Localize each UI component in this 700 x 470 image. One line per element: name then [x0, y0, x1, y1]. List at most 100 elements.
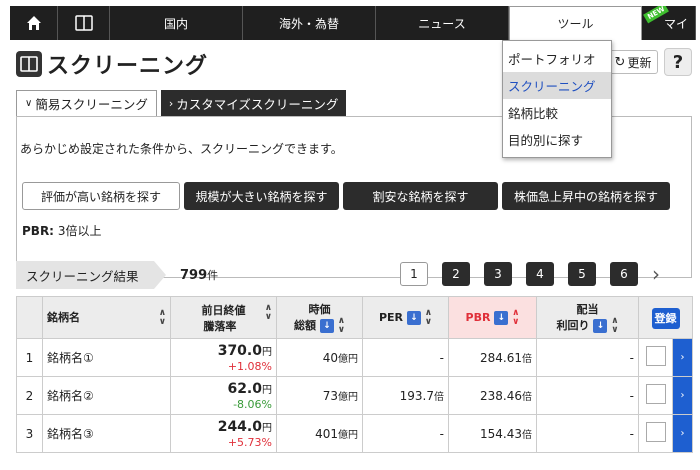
- sort-toggle-icon[interactable]: ∧ ∨: [265, 303, 272, 322]
- results-count: 799件: [180, 267, 218, 283]
- header-pbr[interactable]: PBR ↓ ∧ ∨: [448, 296, 537, 339]
- sort-desc-icon[interactable]: ↓: [593, 318, 608, 333]
- per-value: 193.7: [399, 389, 434, 403]
- table-row[interactable]: 2 銘柄名② 62.0円 -8.06% 73億円 193.7倍 238.46倍 …: [16, 376, 693, 415]
- home-button[interactable]: [10, 6, 58, 40]
- sort-toggle-icon[interactable]: ∧ ∨: [611, 316, 618, 335]
- page-title-row: スクリーニング: [16, 48, 208, 80]
- menu-item-by-purpose[interactable]: 目的別に探す: [503, 126, 611, 153]
- row-detail-arrow-icon[interactable]: ›: [672, 338, 693, 377]
- mcap-cell: 73億円: [276, 376, 363, 415]
- chevron-right-icon: ›: [168, 96, 174, 110]
- page-1[interactable]: 1: [400, 262, 428, 286]
- price-value: 62.0: [227, 380, 262, 397]
- menu-item-compare[interactable]: 銘柄比較: [503, 99, 611, 126]
- select-checkbox[interactable]: [645, 422, 666, 442]
- preset-buttons: 評価が高い銘柄を探す 規模が大きい銘柄を探す 割安な銘柄を探す 株価急上昇中の銘…: [22, 182, 670, 210]
- sort-toggle-icon[interactable]: ∧ ∨: [425, 308, 432, 327]
- refresh-icon: ↻: [614, 54, 626, 70]
- per-value: -: [439, 350, 444, 365]
- pbr-unit: 倍: [522, 430, 532, 441]
- stock-name[interactable]: 銘柄名③: [42, 414, 171, 453]
- sort-desc-icon[interactable]: ↓: [406, 310, 421, 325]
- change-value: +1.08%: [227, 359, 272, 373]
- dividend-cell: -: [536, 376, 639, 415]
- select-checkbox[interactable]: [645, 346, 666, 366]
- mcap-value: 40: [322, 351, 338, 365]
- sort-desc-icon[interactable]: ↓: [319, 318, 334, 333]
- price-unit: 円: [262, 422, 272, 434]
- next-page-icon[interactable]: ›: [652, 262, 660, 286]
- sort-desc-icon[interactable]: ↓: [494, 310, 509, 325]
- stock-name[interactable]: 銘柄名①: [42, 338, 171, 377]
- pbr-cell: 154.43倍: [448, 414, 537, 453]
- header-index: [16, 296, 43, 339]
- page-3[interactable]: 3: [484, 262, 512, 286]
- header-register[interactable]: 登録: [638, 296, 693, 339]
- table-row[interactable]: 1 銘柄名① 370.0円 +1.08% 40億円 - 284.61倍 - ›: [16, 338, 693, 377]
- condition-text: PBR: 3倍以上: [22, 222, 101, 239]
- pbr-value: 284.61: [480, 351, 522, 365]
- header-mcap[interactable]: 時価 総額 ↓ ∧ ∨: [276, 296, 363, 339]
- page-4[interactable]: 4: [526, 262, 554, 286]
- home-icon: [26, 16, 41, 30]
- per-unit: 倍: [434, 392, 444, 403]
- page-title: スクリーニング: [47, 54, 209, 79]
- page-5[interactable]: 5: [568, 262, 596, 286]
- preset-large-cap-button[interactable]: 規模が大きい銘柄を探す: [184, 182, 339, 210]
- refresh-button[interactable]: ↻ 更新: [608, 50, 658, 74]
- page-2[interactable]: 2: [442, 262, 470, 286]
- page-6[interactable]: 6: [610, 262, 638, 286]
- preset-surging-button[interactable]: 株価急上昇中の銘柄を探す: [502, 182, 670, 210]
- results-count-value: 799: [180, 268, 208, 283]
- nav-tools[interactable]: ツール: [509, 6, 642, 40]
- tab-simple-label: 簡易スクリーニング: [35, 97, 148, 112]
- header-mcap-line1: 時価: [308, 302, 331, 316]
- header-name-label: 銘柄名: [47, 310, 80, 324]
- book-button[interactable]: [58, 6, 110, 40]
- header-price[interactable]: 前日終値 騰落率 ∧ ∨: [170, 296, 277, 339]
- header-per[interactable]: PER ↓ ∧ ∨: [362, 296, 449, 339]
- register-button[interactable]: 登録: [651, 307, 680, 329]
- pbr-value: 154.43: [480, 427, 522, 441]
- sort-toggle-icon[interactable]: ∧ ∨: [338, 316, 345, 335]
- price-cell: 62.0円 -8.06%: [170, 376, 277, 415]
- header-dividend[interactable]: 配当 利回り ↓ ∧ ∨: [536, 296, 639, 339]
- header-name[interactable]: 銘柄名 ∧ ∨: [42, 296, 171, 339]
- sort-toggle-icon[interactable]: ∧ ∨: [159, 308, 166, 327]
- menu-item-portfolio[interactable]: ポートフォリオ: [503, 45, 611, 72]
- condition-label: PBR:: [22, 224, 54, 238]
- row-index: 1: [16, 338, 43, 377]
- row-detail-arrow-icon[interactable]: ›: [672, 414, 693, 453]
- nav-overseas-fx[interactable]: 海外・為替: [243, 6, 376, 40]
- mcap-unit: 億円: [338, 392, 358, 403]
- select-checkbox-cell: [638, 338, 673, 377]
- menu-item-screening[interactable]: スクリーニング: [503, 72, 611, 99]
- per-cell: -: [362, 414, 449, 453]
- select-checkbox-cell: [638, 376, 673, 415]
- price-value: 370.0: [217, 342, 262, 359]
- select-checkbox[interactable]: [645, 384, 666, 404]
- nav-my[interactable]: NEW マイ: [642, 6, 696, 40]
- help-button[interactable]: ?: [664, 48, 692, 76]
- sort-toggle-icon[interactable]: ∧ ∨: [512, 308, 519, 327]
- preset-undervalued-button[interactable]: 割安な銘柄を探す: [343, 182, 498, 210]
- mcap-unit: 億円: [338, 354, 358, 365]
- price-cell: 370.0円 +1.08%: [170, 338, 277, 377]
- header-price-line1: 前日終値: [201, 303, 246, 317]
- top-nav: 国内 海外・為替 ニュース ツール NEW マイ: [10, 6, 696, 40]
- chevron-down-icon: ∨: [25, 98, 33, 109]
- tab-custom-screening[interactable]: › カスタマイズスクリーニング: [160, 90, 347, 116]
- header-div-line2: 利回り: [556, 318, 590, 332]
- book-icon: [16, 51, 42, 77]
- dividend-cell: -: [536, 338, 639, 377]
- stock-name[interactable]: 銘柄名②: [42, 376, 171, 415]
- nav-news[interactable]: ニュース: [376, 6, 509, 40]
- nav-domestic[interactable]: 国内: [110, 6, 243, 40]
- price-unit: 円: [262, 346, 272, 358]
- table-row[interactable]: 3 銘柄名③ 244.0円 +5.73% 401億円 - 154.43倍 - ›: [16, 414, 693, 453]
- header-per-label: PER: [378, 310, 404, 324]
- preset-high-rating-button[interactable]: 評価が高い銘柄を探す: [22, 182, 180, 210]
- row-detail-arrow-icon[interactable]: ›: [672, 376, 693, 415]
- tab-simple-screening[interactable]: ∨ 簡易スクリーニング: [16, 90, 157, 116]
